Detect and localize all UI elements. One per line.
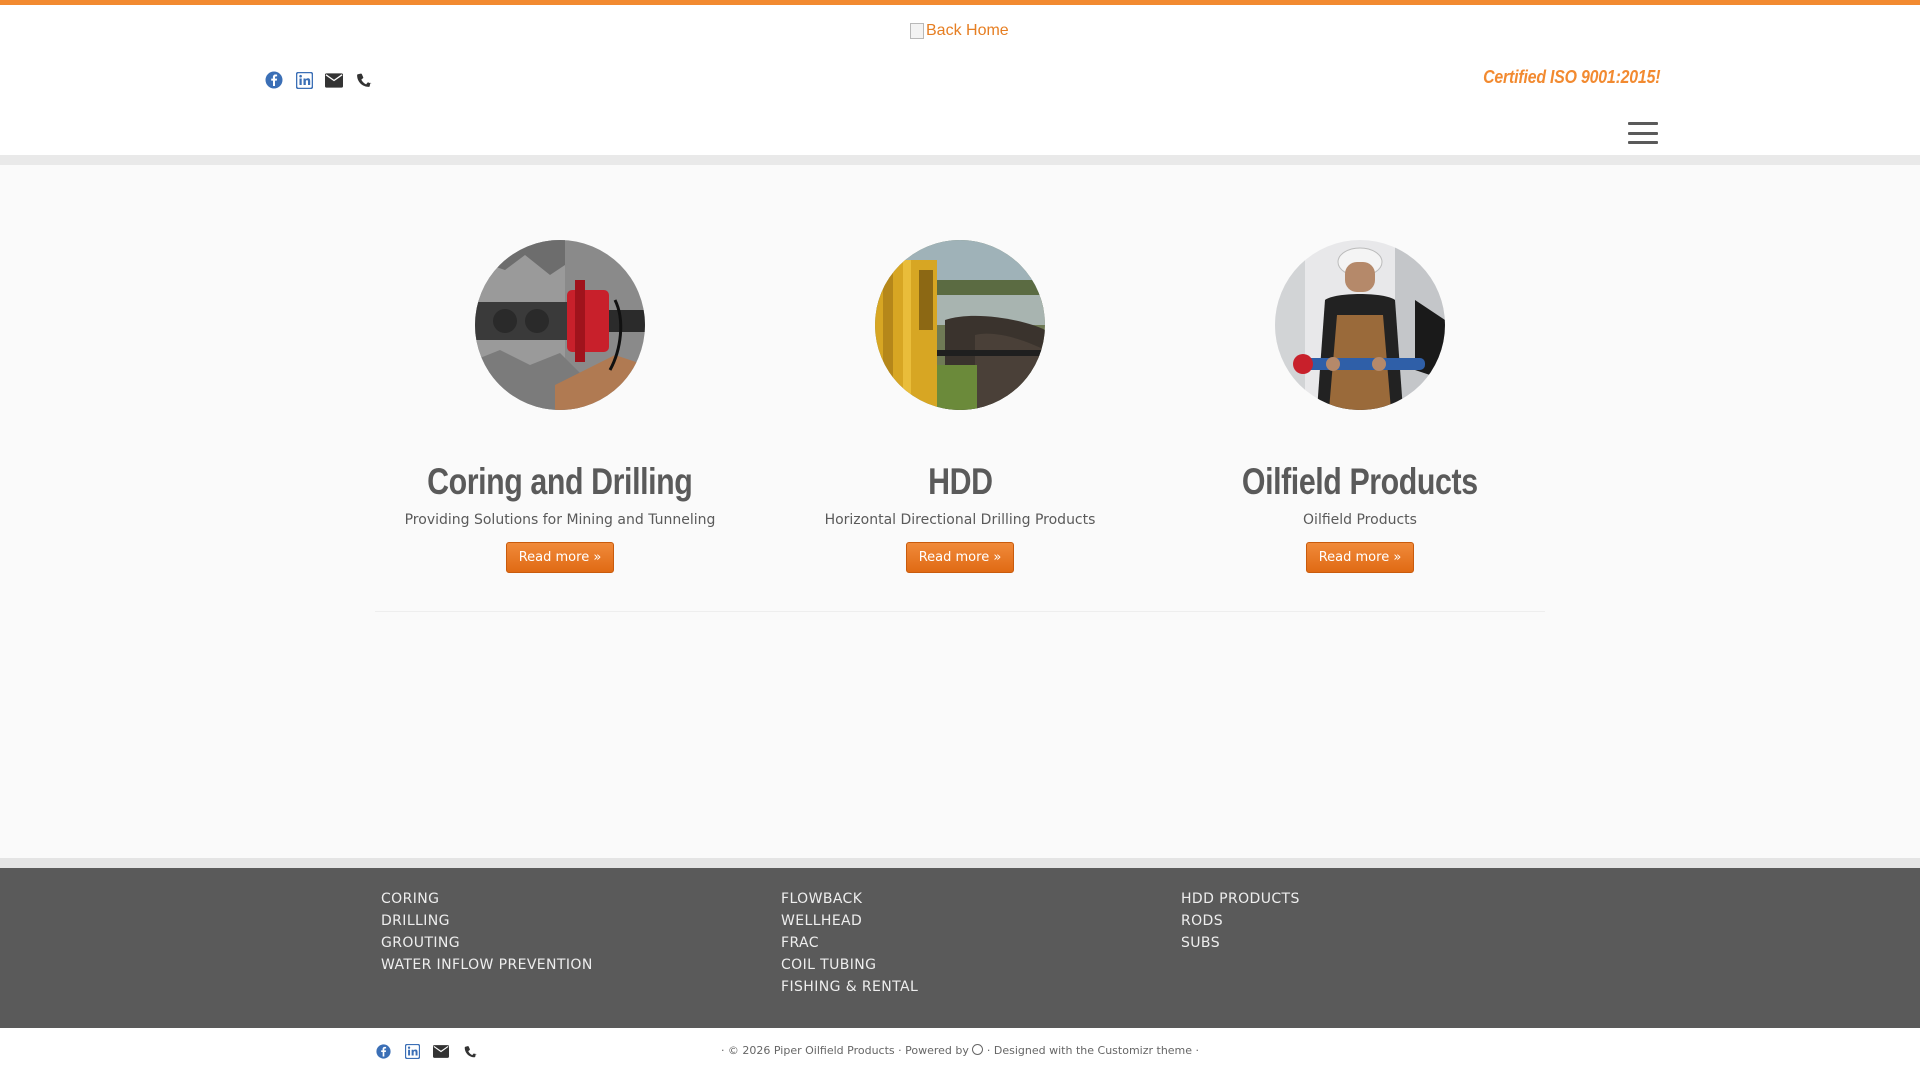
powered-by-text: Powered by [905, 1044, 969, 1057]
feature-title: Oilfield Products [1242, 461, 1478, 502]
feature-description: Horizontal Directional Drilling Products [824, 512, 1096, 529]
menu-icon-bar [1628, 122, 1658, 125]
footer-link-hdd-products[interactable]: HDD PRODUCTS [1181, 890, 1300, 908]
menu-icon-bar [1628, 131, 1658, 135]
colophon: · © 2026 Piper Oilfield Products · Power… [0, 1028, 1920, 1080]
phone-icon[interactable] [355, 71, 373, 89]
wordpress-icon[interactable] [972, 1044, 984, 1055]
footer-link-fishing-rental[interactable]: FISHING & RENTAL [781, 978, 918, 996]
header-separator [0, 155, 1920, 165]
menu-icon-bar [1628, 141, 1658, 144]
feature-oilfield-products: Oilfield Products Oilfield Products Read… [1160, 240, 1560, 574]
footer-link-flowback[interactable]: FLOWBACK [781, 890, 918, 908]
footer-link-wellhead[interactable]: WELLHEAD [781, 912, 918, 930]
linkedin-icon[interactable] [295, 71, 313, 89]
footer-link-subs[interactable]: SUBS [1181, 934, 1300, 952]
site-header: Back Home Certified ISO 9001:2015! [0, 5, 1920, 155]
footer-link-coil-tubing[interactable]: COIL TUBING [781, 956, 918, 974]
feature-title: HDD [927, 461, 993, 502]
feature-title: Coring and Drilling [427, 461, 693, 502]
footer-link-grouting[interactable]: GROUTING [381, 934, 593, 952]
footer-menu-hdd: HDD PRODUCTS RODS SUBS [1181, 890, 1300, 952]
footer-link-rods[interactable]: RODS [1181, 912, 1300, 930]
theme-link[interactable]: Customizr theme [1098, 1044, 1193, 1057]
feature-hdd: HDD Horizontal Directional Drilling Prod… [760, 240, 1160, 574]
iso-tagline: Certified ISO 9001:2015! [1482, 67, 1660, 87]
footer-link-coring[interactable]: CORING [381, 890, 593, 908]
credits-trailing-dot: · [1195, 1044, 1200, 1057]
footer-menu-oilfield: FLOWBACK WELLHEAD FRAC COIL TUBING FISHI… [781, 890, 918, 996]
footer-link-frac[interactable]: FRAC [781, 934, 918, 952]
oilfield-worker-image[interactable] [1275, 240, 1445, 410]
menu-toggle-button[interactable] [1628, 122, 1658, 144]
feature-description: Oilfield Products [1303, 512, 1417, 529]
featured-pages: Coring and Drilling Providing Solutions … [360, 240, 1560, 574]
read-more-button[interactable]: Read more » [905, 542, 1015, 574]
broken-image-icon [910, 23, 924, 39]
footer-link-drilling[interactable]: DRILLING [381, 912, 593, 930]
footer-separator [0, 858, 1920, 868]
envelope-icon[interactable] [325, 71, 343, 89]
footer-link-water-inflow-prevention[interactable]: WATER INFLOW PREVENTION [381, 956, 593, 974]
footer-widgets: CORING DRILLING GROUTING WATER INFLOW PR… [0, 868, 1920, 1028]
header-social-links [265, 71, 373, 89]
footer-credits: · © 2026 Piper Oilfield Products · Power… [0, 1044, 1920, 1057]
logo-link[interactable]: Back Home [910, 22, 1009, 40]
copyright-text: · © 2026 Piper Oilfield Products · [720, 1044, 902, 1057]
read-more-button[interactable]: Read more » [1305, 542, 1415, 574]
feature-coring-drilling: Coring and Drilling Providing Solutions … [360, 240, 760, 574]
featured-separator [375, 611, 1545, 612]
drilling-equipment-image[interactable] [475, 240, 645, 410]
feature-description: Providing Solutions for Mining and Tunne… [404, 512, 716, 529]
footer-menu-coring: CORING DRILLING GROUTING WATER INFLOW PR… [381, 890, 593, 974]
designed-with-text: · Designed with the [986, 1044, 1095, 1057]
facebook-icon[interactable] [265, 71, 283, 89]
hdd-rig-image[interactable] [875, 240, 1045, 410]
logo-alt-text: Back Home [926, 22, 1009, 39]
read-more-button[interactable]: Read more » [505, 542, 615, 574]
